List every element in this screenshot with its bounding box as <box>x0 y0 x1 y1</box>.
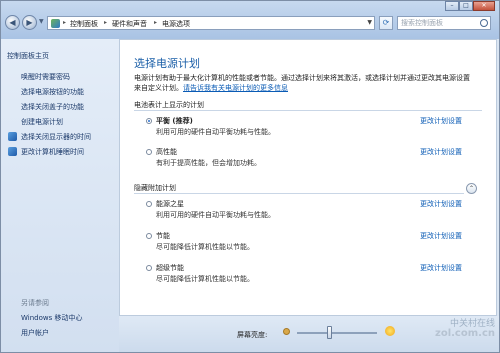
plan-balanced-desc: 利用可用的硬件自动平衡功耗与性能。 <box>156 128 275 136</box>
close-button[interactable]: ✕ <box>473 1 495 11</box>
plan-power-saver-radio[interactable] <box>146 233 152 239</box>
address-bar[interactable]: ▸ 控制面板 ▸ 硬件和声音 ▸ 电源选项 ▼ <box>47 16 375 30</box>
plan-power-saver-desc: 尽可能降低计算机性能以节能。 <box>156 243 254 251</box>
bottom-bar: 屏幕亮度: 中关村在线 zol.com.cn <box>119 316 499 352</box>
address-dropdown-icon[interactable]: ▼ <box>367 19 372 26</box>
control-panel-icon <box>51 19 60 28</box>
sidebar-home-link[interactable]: 控制面板主页 <box>7 51 49 61</box>
search-placeholder: 搜索控制面板 <box>401 19 443 27</box>
plan-balanced-change-link[interactable]: 更改计划设置 <box>420 116 462 126</box>
minimize-button[interactable]: – <box>445 1 459 11</box>
plan-high-performance-change-link[interactable]: 更改计划设置 <box>420 147 462 157</box>
plan-balanced-name: 平衡 (推荐) <box>156 117 193 125</box>
plan-energy-star-name: 能源之星 <box>156 200 184 208</box>
sidebar-item-wake-password[interactable]: 唤醒时需要密码 <box>21 72 70 82</box>
breadcrumb-hardware-sound[interactable]: 硬件和声音 <box>112 19 147 29</box>
plan-energy-star-desc: 利用可用的硬件自动平衡功耗与性能。 <box>156 211 275 219</box>
brightness-label: 屏幕亮度: <box>237 331 268 339</box>
forward-arrow-icon: ▶ <box>26 18 33 27</box>
sidebar-item-power-button[interactable]: 选择电源按钮的功能 <box>21 87 84 97</box>
window-controls: – □ ✕ <box>445 1 495 11</box>
brightness-slider[interactable] <box>297 332 377 334</box>
recent-pages-dropdown-icon[interactable]: ▼ <box>39 18 44 25</box>
refresh-button[interactable]: ⟳ <box>379 16 393 30</box>
battery-meter-section-header: 电池表计上显示的计划 <box>134 101 204 109</box>
plan-high-performance-name: 高性能 <box>156 148 177 156</box>
hidden-plans-section-header[interactable]: 隐藏附加计划 <box>134 183 176 193</box>
search-input[interactable]: 搜索控制面板 <box>397 16 491 30</box>
description-text-2: 来自定义计划。 <box>134 84 183 92</box>
sidebar-link-mobility-center[interactable]: Windows 移动中心 <box>21 313 82 323</box>
chevron-right-icon: ▸ <box>104 19 108 26</box>
chevron-right-icon: ▸ <box>154 19 158 26</box>
chevron-right-icon: ▸ <box>63 19 67 26</box>
page-description: 电源计划有助于最大化计算机的性能或者节能。通过选择计划来将其激活，或选择计划并通… <box>134 73 474 93</box>
page-title: 选择电源计划 <box>134 57 200 70</box>
collapse-hidden-plans-button[interactable]: ⌃ <box>466 183 477 194</box>
plan-energy-star-change-link[interactable]: 更改计划设置 <box>420 199 462 209</box>
sidebar-item-lid-close[interactable]: 选择关闭盖子的功能 <box>21 102 84 112</box>
plan-super-saver-desc: 尽可能降低计算机性能以节能。 <box>156 275 254 283</box>
plan-high-performance-desc: 有利于提高性能，但会增加功耗。 <box>156 159 261 167</box>
sidebar-link-user-accounts[interactable]: 用户帐户 <box>21 328 49 338</box>
title-bar: – □ ✕ ◀ ▶ ▼ ▸ 控制面板 ▸ 硬件和声音 ▸ 电源选项 ▼ ⟳ 搜索… <box>1 1 499 39</box>
display-shield-icon <box>8 132 17 141</box>
breadcrumb-power-options[interactable]: 电源选项 <box>162 19 190 29</box>
main-content: 选择电源计划 电源计划有助于最大化计算机的性能或者节能。通过选择计划来将其激活，… <box>119 39 497 316</box>
plan-high-performance-radio[interactable] <box>146 149 152 155</box>
back-button[interactable]: ◀ <box>5 15 20 30</box>
power-plans-help-link[interactable]: 请告诉我有关电源计划的更多信息 <box>183 84 288 92</box>
sidebar: 控制面板主页 唤醒时需要密码 选择电源按钮的功能 选择关闭盖子的功能 创建电源计… <box>1 39 119 352</box>
section-divider <box>134 110 482 111</box>
sidebar-item-display-off[interactable]: 选择关闭显示器的时间 <box>21 132 91 142</box>
search-icon <box>480 19 488 27</box>
watermark-url: zol.com.cn <box>435 328 495 339</box>
sleep-shield-icon <box>8 147 17 156</box>
plan-energy-star-radio[interactable] <box>146 201 152 207</box>
sidebar-item-create-plan[interactable]: 创建电源计划 <box>21 117 63 127</box>
breadcrumb-control-panel[interactable]: 控制面板 <box>70 19 98 29</box>
forward-button[interactable]: ▶ <box>22 15 37 30</box>
description-text: 电源计划有助于最大化计算机的性能或者节能。通过选择计划来将其激活，或选择计划并通… <box>134 74 470 82</box>
refresh-icon: ⟳ <box>382 18 390 27</box>
maximize-button[interactable]: □ <box>459 1 473 11</box>
bright-sun-icon <box>385 326 395 336</box>
plan-balanced-radio[interactable] <box>146 118 152 124</box>
dim-sun-icon <box>283 328 290 335</box>
section-divider <box>134 193 464 194</box>
plan-power-saver-name: 节能 <box>156 232 170 240</box>
plan-super-saver-name: 超级节能 <box>156 264 184 272</box>
control-panel-window: – □ ✕ ◀ ▶ ▼ ▸ 控制面板 ▸ 硬件和声音 ▸ 电源选项 ▼ ⟳ 搜索… <box>0 0 500 353</box>
plan-super-saver-change-link[interactable]: 更改计划设置 <box>420 263 462 273</box>
sidebar-item-sleep-time[interactable]: 更改计算机睡眠时间 <box>21 147 84 157</box>
see-also-heading: 另请参阅 <box>21 299 49 307</box>
chevron-up-icon: ⌃ <box>468 185 475 192</box>
plan-power-saver-change-link[interactable]: 更改计划设置 <box>420 231 462 241</box>
back-arrow-icon: ◀ <box>9 18 16 27</box>
plan-super-saver-radio[interactable] <box>146 265 152 271</box>
brightness-slider-thumb[interactable] <box>327 326 332 339</box>
